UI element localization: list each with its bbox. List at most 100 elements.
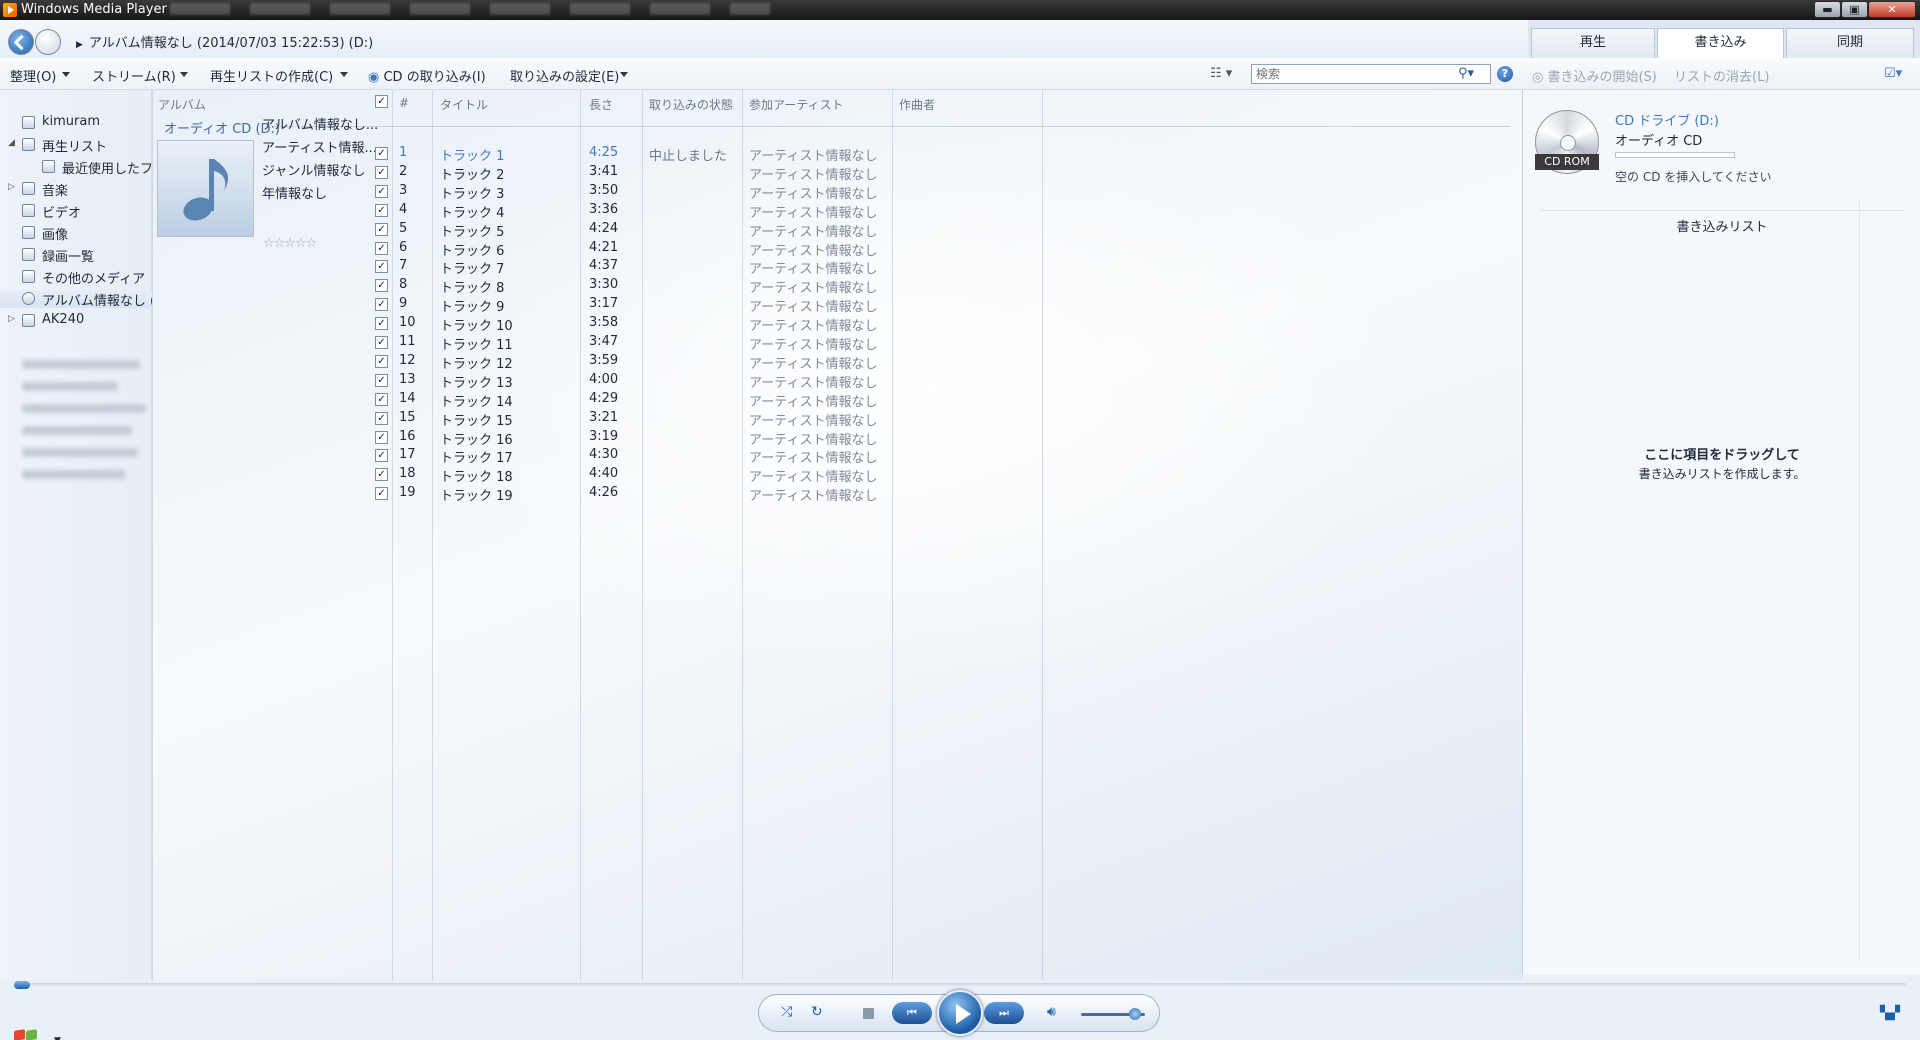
- tab-play[interactable]: 再生: [1531, 28, 1655, 58]
- clear-list-button[interactable]: リストの消去(L): [1674, 66, 1769, 85]
- help-icon[interactable]: ?: [1497, 66, 1513, 82]
- column-header-composer[interactable]: 作曲者: [899, 96, 935, 113]
- windows-logo-icon[interactable]: [14, 1029, 40, 1040]
- nav-item-label: 最近使用したフ:: [62, 162, 158, 177]
- track-length: 3:58: [589, 315, 619, 331]
- track-number: 19: [399, 485, 416, 501]
- nav-item-music[interactable]: ▷ 音楽: [0, 180, 152, 199]
- expand-icon[interactable]: ▷: [8, 314, 15, 324]
- seek-thumb[interactable]: [14, 981, 30, 989]
- repeat-icon[interactable]: ↻: [811, 1004, 823, 1020]
- track-checkbox[interactable]: ✓: [375, 468, 388, 482]
- track-number: 6: [399, 239, 408, 255]
- track-checkbox[interactable]: ✓: [375, 411, 388, 425]
- nav-item-recent-playlist[interactable]: 最近使用したフ:: [0, 158, 157, 177]
- column-header-title[interactable]: タイトル: [440, 96, 488, 113]
- back-button[interactable]: [8, 29, 34, 55]
- track-checkbox[interactable]: ✓: [375, 241, 388, 255]
- volume-thumb[interactable]: [1129, 1008, 1142, 1020]
- window-title: Windows Media Player: [21, 2, 167, 17]
- track-checkbox[interactable]: ✓: [375, 260, 388, 274]
- volume-icon[interactable]: 🔊︎: [1047, 1004, 1056, 1020]
- column-header-contributing-artist[interactable]: 参加アーティスト: [749, 96, 844, 113]
- track-checkbox[interactable]: ✓: [375, 184, 388, 198]
- column-header-rip-status[interactable]: 取り込みの状態: [649, 96, 733, 113]
- column-header-album[interactable]: アルバム: [158, 96, 206, 113]
- nav-item-audio-cd[interactable]: アルバム情報なし (:: [0, 290, 159, 309]
- rip-settings-dropdown-icon[interactable]: [620, 72, 628, 77]
- nav-item-label: その他のメディア: [42, 272, 146, 287]
- track-length: 4:25: [589, 145, 619, 160]
- tab-sync[interactable]: 同期: [1786, 28, 1914, 58]
- breadcrumb[interactable]: ▶ アルバム情報なし (2014/07/03 15:22:53) (D:): [76, 32, 373, 51]
- track-checkbox[interactable]: ✓: [375, 222, 388, 236]
- track-checkbox[interactable]: ✓: [375, 165, 388, 179]
- nav-item-label: AK240: [42, 312, 85, 327]
- next-button[interactable]: ⏭: [984, 1002, 1024, 1024]
- view-options-icon[interactable]: ☷ ▾: [1210, 66, 1232, 81]
- nav-item-device-ak240[interactable]: ▷ AK240: [0, 312, 152, 330]
- nav-item-other-media[interactable]: その他のメディア: [0, 268, 152, 287]
- album-name[interactable]: アルバム情報なし...: [262, 114, 378, 133]
- track-checkbox[interactable]: ✓: [375, 373, 388, 387]
- playlist-icon: [42, 160, 55, 173]
- close-button[interactable]: ✕: [1868, 1, 1916, 18]
- nav-item-recorded-tv[interactable]: 録画一覧: [0, 246, 152, 265]
- track-checkbox[interactable]: ✓: [375, 147, 388, 160]
- search-icon[interactable]: ⚲▾: [1458, 66, 1474, 81]
- track-checkbox[interactable]: ✓: [375, 392, 388, 406]
- nav-item-library-user[interactable]: kimuram: [0, 114, 152, 132]
- maximize-button[interactable]: ▣: [1841, 1, 1868, 18]
- create-playlist-dropdown-icon[interactable]: [340, 72, 348, 77]
- rip-settings-menu[interactable]: 取り込みの設定(E): [510, 66, 619, 85]
- burn-drop-hint-heading: ここに項目をドラッグして: [1644, 448, 1800, 463]
- rip-cd-button[interactable]: ◉ CD の取り込み(I): [368, 66, 486, 85]
- nav-item-video[interactable]: ビデオ: [0, 202, 152, 221]
- stop-button[interactable]: [863, 1008, 874, 1019]
- drive-name[interactable]: CD ドライブ (D:): [1615, 110, 1719, 129]
- track-checkbox[interactable]: ✓: [375, 430, 388, 444]
- previous-button[interactable]: ⏮: [892, 1002, 932, 1024]
- track-checkbox[interactable]: ✓: [375, 298, 388, 312]
- expand-icon[interactable]: ▷: [8, 182, 15, 192]
- switch-view-dropdown-icon[interactable]: ▼: [54, 1036, 61, 1040]
- track-number: 9: [399, 296, 408, 312]
- track-checkbox[interactable]: ✓: [375, 449, 388, 463]
- select-all-checkbox[interactable]: ✓: [375, 95, 388, 108]
- nav-item-playlists[interactable]: ◢ 再生リスト: [0, 136, 152, 155]
- start-burn-button[interactable]: ◎ 書き込みの開始(S): [1532, 66, 1657, 85]
- track-length: 3:19: [589, 428, 619, 444]
- column-header-number[interactable]: #: [399, 96, 409, 110]
- track-checkbox[interactable]: ✓: [375, 354, 388, 368]
- shuffle-icon[interactable]: ⤮: [781, 1004, 792, 1020]
- collapse-icon[interactable]: ◢: [8, 138, 15, 148]
- search-input[interactable]: [1251, 64, 1491, 84]
- track-number: 11: [399, 334, 416, 349]
- stream-dropdown-icon[interactable]: [180, 72, 188, 77]
- burn-options-icon[interactable]: ☑▾: [1884, 66, 1902, 81]
- tab-burn[interactable]: 書き込み: [1657, 28, 1784, 58]
- track-number: 5: [399, 220, 408, 236]
- track-number: 16: [399, 428, 416, 444]
- track-checkbox[interactable]: ✓: [375, 203, 388, 217]
- seek-bar[interactable]: [14, 983, 1906, 987]
- forward-button[interactable]: [35, 29, 61, 55]
- organize-dropdown-icon[interactable]: [62, 72, 70, 77]
- track-checkbox[interactable]: ✓: [375, 317, 388, 331]
- switch-to-now-playing-icon[interactable]: ▚▞: [1880, 1006, 1900, 1021]
- stream-menu[interactable]: ストリーム(R): [92, 66, 176, 85]
- track-checkbox[interactable]: ✓: [375, 279, 388, 293]
- burn-divider: [1541, 210, 1903, 211]
- nav-item-pictures[interactable]: 画像: [0, 224, 152, 243]
- track-checkbox[interactable]: ✓: [375, 487, 388, 501]
- track-number: 4: [399, 201, 408, 217]
- table-row[interactable]: ✓ 19 トラック 19 4:26 アーティスト情報なし: [152, 482, 1372, 505]
- minimize-button[interactable]: ▬: [1814, 1, 1841, 18]
- track-length: 3:17: [589, 296, 619, 312]
- play-button[interactable]: [937, 990, 983, 1036]
- organize-menu[interactable]: 整理(O): [10, 66, 56, 85]
- column-header-length[interactable]: 長さ: [589, 96, 613, 113]
- track-checkbox[interactable]: ✓: [375, 336, 388, 349]
- create-playlist-menu[interactable]: 再生リストの作成(C): [210, 66, 333, 85]
- track-length: 4:26: [589, 485, 619, 501]
